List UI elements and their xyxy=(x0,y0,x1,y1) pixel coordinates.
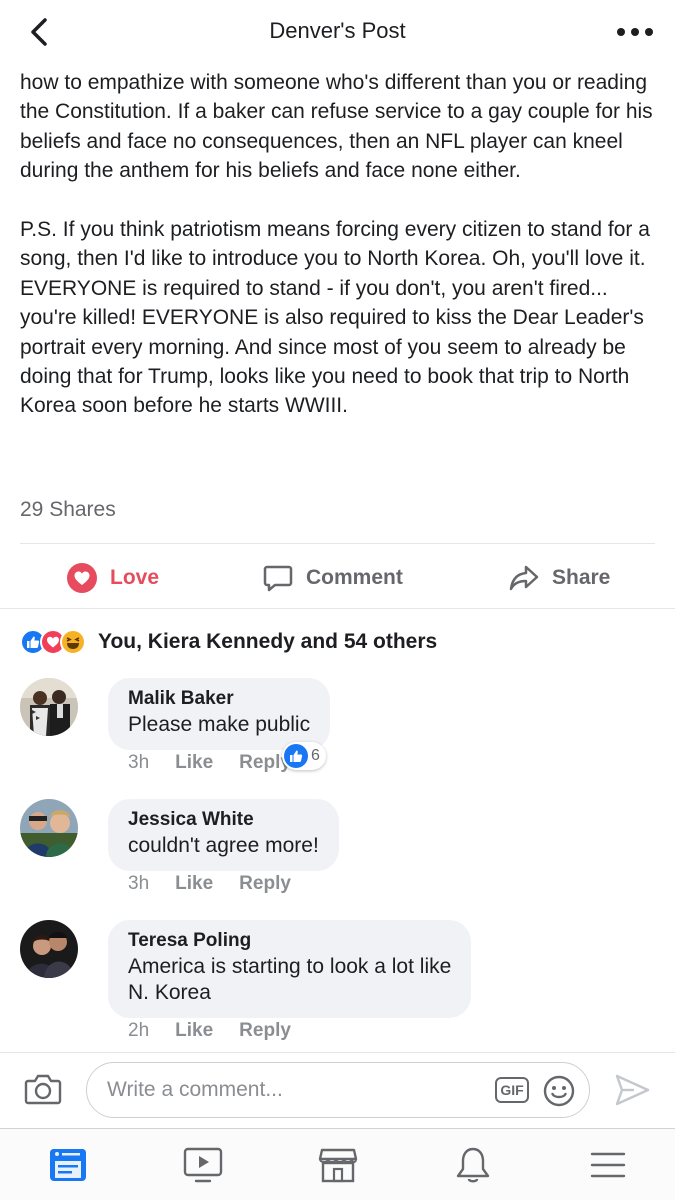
comment-like-button[interactable]: Like xyxy=(175,752,213,774)
tab-notifications[interactable] xyxy=(451,1143,495,1187)
news-feed-icon xyxy=(50,1149,86,1181)
divider xyxy=(0,608,675,609)
reaction-icons xyxy=(20,629,86,655)
comment-like-button[interactable]: Like xyxy=(175,1020,213,1042)
comment-author[interactable]: Teresa Poling xyxy=(128,930,451,952)
comment-bubble[interactable]: Malik Baker Please make public xyxy=(108,678,331,750)
comment-bubble[interactable]: Jessica White couldn't agree more! xyxy=(108,799,339,871)
comment-item: Teresa Poling America is starting to loo… xyxy=(20,920,660,1046)
emoji-button[interactable] xyxy=(543,1075,575,1107)
watch-video-icon xyxy=(183,1147,223,1183)
love-icon xyxy=(66,562,98,594)
send-icon xyxy=(615,1074,650,1106)
tab-marketplace[interactable] xyxy=(316,1143,360,1187)
share-arrow-icon xyxy=(508,562,540,594)
scroll-clip xyxy=(0,64,675,70)
smiley-icon xyxy=(543,1075,575,1107)
tab-news-feed[interactable] xyxy=(46,1143,90,1187)
comment-bubble-icon xyxy=(262,562,294,594)
tab-watch[interactable] xyxy=(181,1143,225,1187)
divider xyxy=(20,543,655,544)
love-button[interactable]: Love xyxy=(66,556,159,600)
comment-button[interactable]: Comment xyxy=(262,556,403,600)
comment-label: Comment xyxy=(306,566,403,589)
menu-icon xyxy=(590,1152,626,1178)
shares-count[interactable]: 29 Shares xyxy=(20,498,116,522)
comment-meta: 3h Like Reply xyxy=(128,873,317,895)
more-dot xyxy=(631,28,639,36)
comment-bubble[interactable]: Teresa Poling America is starting to loo… xyxy=(108,920,472,1018)
camera-button[interactable] xyxy=(24,1072,62,1106)
reactions-summary[interactable]: You, Kiera Kennedy and 54 others xyxy=(20,626,437,658)
comment-time: 3h xyxy=(128,873,150,894)
more-dot xyxy=(645,28,653,36)
comment-text: America is starting to look a lot like N… xyxy=(128,955,452,1004)
post-actions: Love Comment Share xyxy=(0,556,675,600)
comment-author[interactable]: Malik Baker xyxy=(128,688,310,710)
comment-author[interactable]: Jessica White xyxy=(128,809,319,831)
like-count: 6 xyxy=(311,747,320,764)
comment-item: Jessica White couldn't agree more! 3h Li… xyxy=(20,799,660,899)
comment-text: Please make public xyxy=(128,713,311,736)
comment-time: 3h xyxy=(128,752,150,773)
notifications-bell-icon xyxy=(456,1147,490,1183)
love-label: Love xyxy=(110,566,160,589)
avatar[interactable] xyxy=(20,678,78,736)
comment-item: Malik Baker Please make public 3h Like R… xyxy=(20,678,660,778)
like-icon xyxy=(284,744,308,768)
comment-time: 2h xyxy=(128,1020,150,1041)
comment-input-placeholder: Write a comment... xyxy=(107,1078,283,1101)
more-dots-icon xyxy=(617,28,625,36)
share-label: Share xyxy=(552,566,611,589)
comment-input[interactable]: Write a comment... GIF xyxy=(86,1062,590,1118)
avatar[interactable] xyxy=(20,799,78,857)
avatar[interactable] xyxy=(20,920,78,978)
post-body: how to empathize with someone who's diff… xyxy=(20,68,660,421)
page-title: Denver's Post xyxy=(269,18,406,43)
comment-meta: 2h Like Reply xyxy=(128,1020,317,1042)
top-nav-bar: Denver's Post xyxy=(0,0,675,64)
tab-menu[interactable] xyxy=(586,1143,630,1187)
comment-like-button[interactable]: Like xyxy=(175,873,213,895)
comment-like-badge[interactable]: 6 xyxy=(282,742,326,770)
reactions-summary-text: You, Kiera Kennedy and 54 others xyxy=(98,630,438,653)
share-button[interactable]: Share xyxy=(508,556,610,600)
comment-reply-button[interactable]: Reply xyxy=(239,1020,291,1042)
send-button[interactable] xyxy=(612,1070,652,1110)
post-paragraph: P.S. If you think patriotism means forci… xyxy=(20,218,650,418)
divider xyxy=(0,1052,675,1053)
more-options-button[interactable] xyxy=(617,20,653,44)
post-paragraph: how to empathize with someone who's diff… xyxy=(20,71,653,183)
marketplace-icon xyxy=(318,1148,358,1183)
comment-text: couldn't agree more! xyxy=(128,834,319,857)
haha-icon xyxy=(60,629,86,655)
comment-reply-button[interactable]: Reply xyxy=(239,873,291,895)
bottom-tab-bar xyxy=(0,1129,675,1200)
gif-button[interactable]: GIF xyxy=(495,1077,529,1103)
camera-icon xyxy=(24,1074,62,1105)
